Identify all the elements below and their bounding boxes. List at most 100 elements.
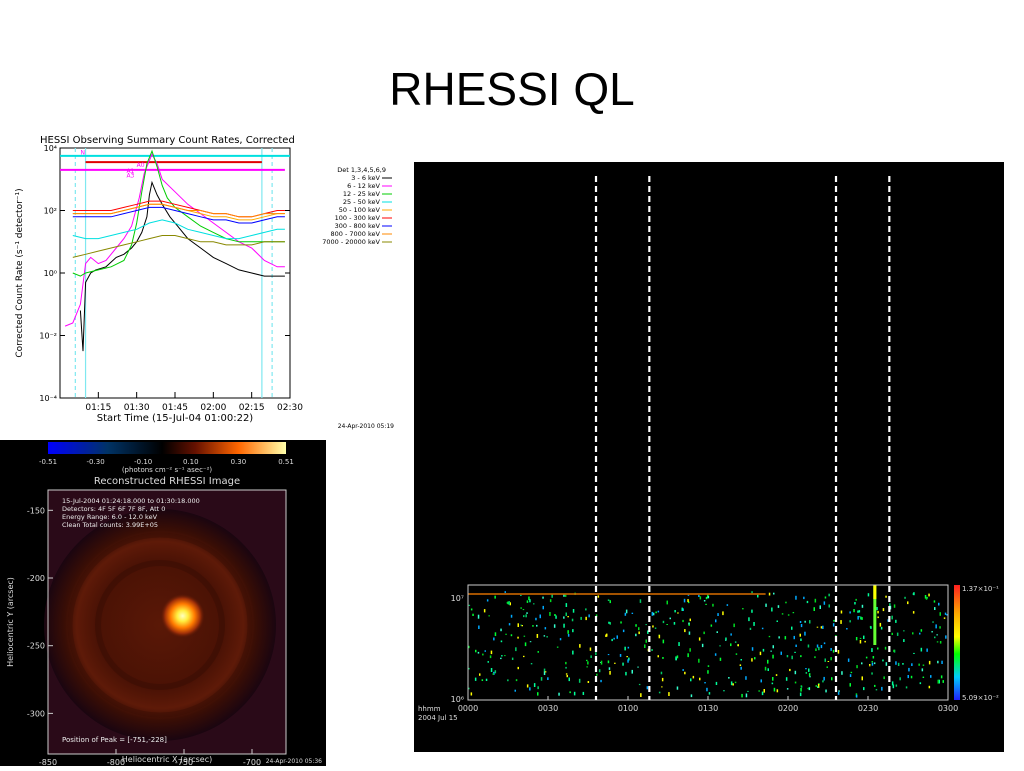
- spectrogram-speck: [494, 595, 496, 599]
- lightcurve-series-line: [72, 203, 285, 221]
- spectrogram-speck: [912, 611, 915, 614]
- spectrogram-speck: [874, 684, 876, 687]
- spectrogram-speck: [543, 668, 546, 672]
- count-rate-lightcurve-panel: HESSI Observing Summary Count Rates, Cor…: [10, 130, 404, 432]
- spectrogram-speck: [657, 655, 659, 658]
- spectrogram-speck: [645, 639, 647, 643]
- spectrogram-speck: [536, 624, 538, 627]
- spectrogram-speck: [757, 594, 759, 598]
- spectrogram-speck: [611, 638, 613, 642]
- spectrogram-speck: [896, 632, 899, 636]
- spectrogram-speck: [677, 612, 679, 614]
- spectrogram-speck: [830, 648, 832, 651]
- spectrogram-speck: [676, 655, 679, 659]
- spectrogram-speck: [928, 685, 931, 689]
- spectrogram-speck: [470, 608, 473, 611]
- lightcurve-x-tick-label: 02:00: [200, 403, 226, 413]
- spectrogram-speck: [730, 643, 732, 647]
- spectrogram-speck: [781, 613, 784, 615]
- spectrogram-speck: [761, 691, 764, 696]
- spectrogram-speck: [799, 633, 801, 637]
- spectrogram-speck: [871, 672, 873, 675]
- spectrogram-speck: [907, 601, 909, 605]
- image-colorbar-tick-label: -0.10: [134, 458, 152, 466]
- spectrogram-colorbar-max-label: 1.37×10⁻¹: [962, 585, 999, 593]
- spectrogram-speck: [875, 689, 878, 691]
- legend-entry-label: 12 - 25 keV: [343, 190, 381, 198]
- spectrogram-speck: [553, 624, 556, 628]
- spectrogram-speck: [822, 625, 824, 629]
- spectrogram-speck: [822, 680, 824, 683]
- spectrogram-speck: [904, 596, 906, 599]
- spectrogram-speck: [742, 608, 744, 610]
- spectrogram-speck: [830, 657, 832, 661]
- spectrogram-speck: [828, 604, 830, 608]
- spectrogram-speck: [899, 677, 901, 681]
- spectrogram-speck: [793, 635, 795, 640]
- spectrogram-speck: [572, 609, 575, 613]
- spectrogram-speck: [933, 600, 936, 603]
- spectrogram-speck: [861, 617, 863, 620]
- spectrogram-speck: [532, 625, 534, 627]
- spectrogram-speck: [500, 640, 503, 643]
- spectrogram-speck: [517, 666, 519, 670]
- spectrogram-speck: [826, 666, 828, 668]
- spectrogram-speck: [719, 657, 722, 661]
- image-sun-disk: [44, 509, 276, 741]
- spectrogram-speck: [823, 642, 826, 645]
- spectrogram-speck: [885, 595, 887, 598]
- spectrogram-speck: [544, 671, 547, 673]
- spectrogram-panel: 1.37×10⁻¹ 5.09×10⁻² 10⁷ 10⁶ 0000 0030 0100 01…: [414, 162, 1004, 752]
- spectrogram-speck: [587, 661, 589, 665]
- spectrogram-speck: [871, 662, 874, 666]
- spectrogram-speck: [926, 596, 928, 599]
- spectrogram-speck: [504, 591, 506, 593]
- spectrogram-speck: [637, 666, 639, 668]
- spectrogram-speck: [706, 687, 708, 692]
- spectrogram-speck: [859, 640, 862, 644]
- spectrogram-speck: [651, 611, 654, 616]
- lightcurve-flag-label: A3: [126, 173, 134, 180]
- spectrogram-speck: [786, 655, 789, 658]
- spectrogram-speck: [809, 620, 811, 624]
- spectrogram-speck: [928, 593, 930, 597]
- spectrogram-speck: [804, 631, 806, 636]
- spectrogram-speck: [567, 630, 569, 634]
- spectrogram-speck: [479, 673, 481, 676]
- spectrogram-speck: [688, 622, 690, 625]
- spectrogram-speck: [523, 615, 525, 618]
- spectrogram-speck: [529, 641, 532, 643]
- spectrogram-speck: [488, 615, 490, 617]
- spectrogram-speck: [765, 603, 767, 607]
- slide-title: RHESSI QL: [389, 63, 635, 115]
- spectrogram-speck: [597, 595, 600, 598]
- spectrogram-speck: [747, 690, 749, 692]
- spectrogram-speck: [824, 596, 827, 599]
- spectrogram-speck: [776, 620, 778, 622]
- spectrogram-speck: [571, 618, 574, 622]
- spectrogram-speck: [748, 617, 750, 622]
- spectrogram-speck: [640, 693, 642, 697]
- spectrogram-speck: [489, 655, 492, 659]
- spectrogram-speck: [943, 617, 946, 619]
- spectrogram-speck: [735, 653, 738, 655]
- spectrogram-speck: [882, 608, 885, 612]
- spectrogram-speck: [586, 659, 588, 662]
- spectrogram-speck: [565, 661, 567, 665]
- spectrogram-speck: [596, 673, 598, 676]
- lightcurve-series-line: [72, 200, 285, 218]
- spectrogram-speck: [814, 598, 817, 603]
- lightcurve-x-tick-label: 01:45: [162, 403, 188, 413]
- spectrogram-speck: [517, 636, 519, 639]
- spectrogram-speck: [778, 636, 780, 639]
- lightcurve-y-tick-label: 10²: [44, 207, 57, 216]
- spectrogram-speck: [703, 600, 706, 602]
- spectrogram-speck: [486, 599, 489, 602]
- spectrogram-speck: [739, 664, 742, 666]
- spectrogram-speck: [622, 629, 625, 633]
- spectrogram-speck: [587, 681, 590, 683]
- spectrogram-speck: [482, 653, 484, 656]
- spectrogram-speck: [877, 647, 879, 650]
- spectrogram-speck: [555, 615, 557, 619]
- spectrogram-speck: [751, 647, 754, 651]
